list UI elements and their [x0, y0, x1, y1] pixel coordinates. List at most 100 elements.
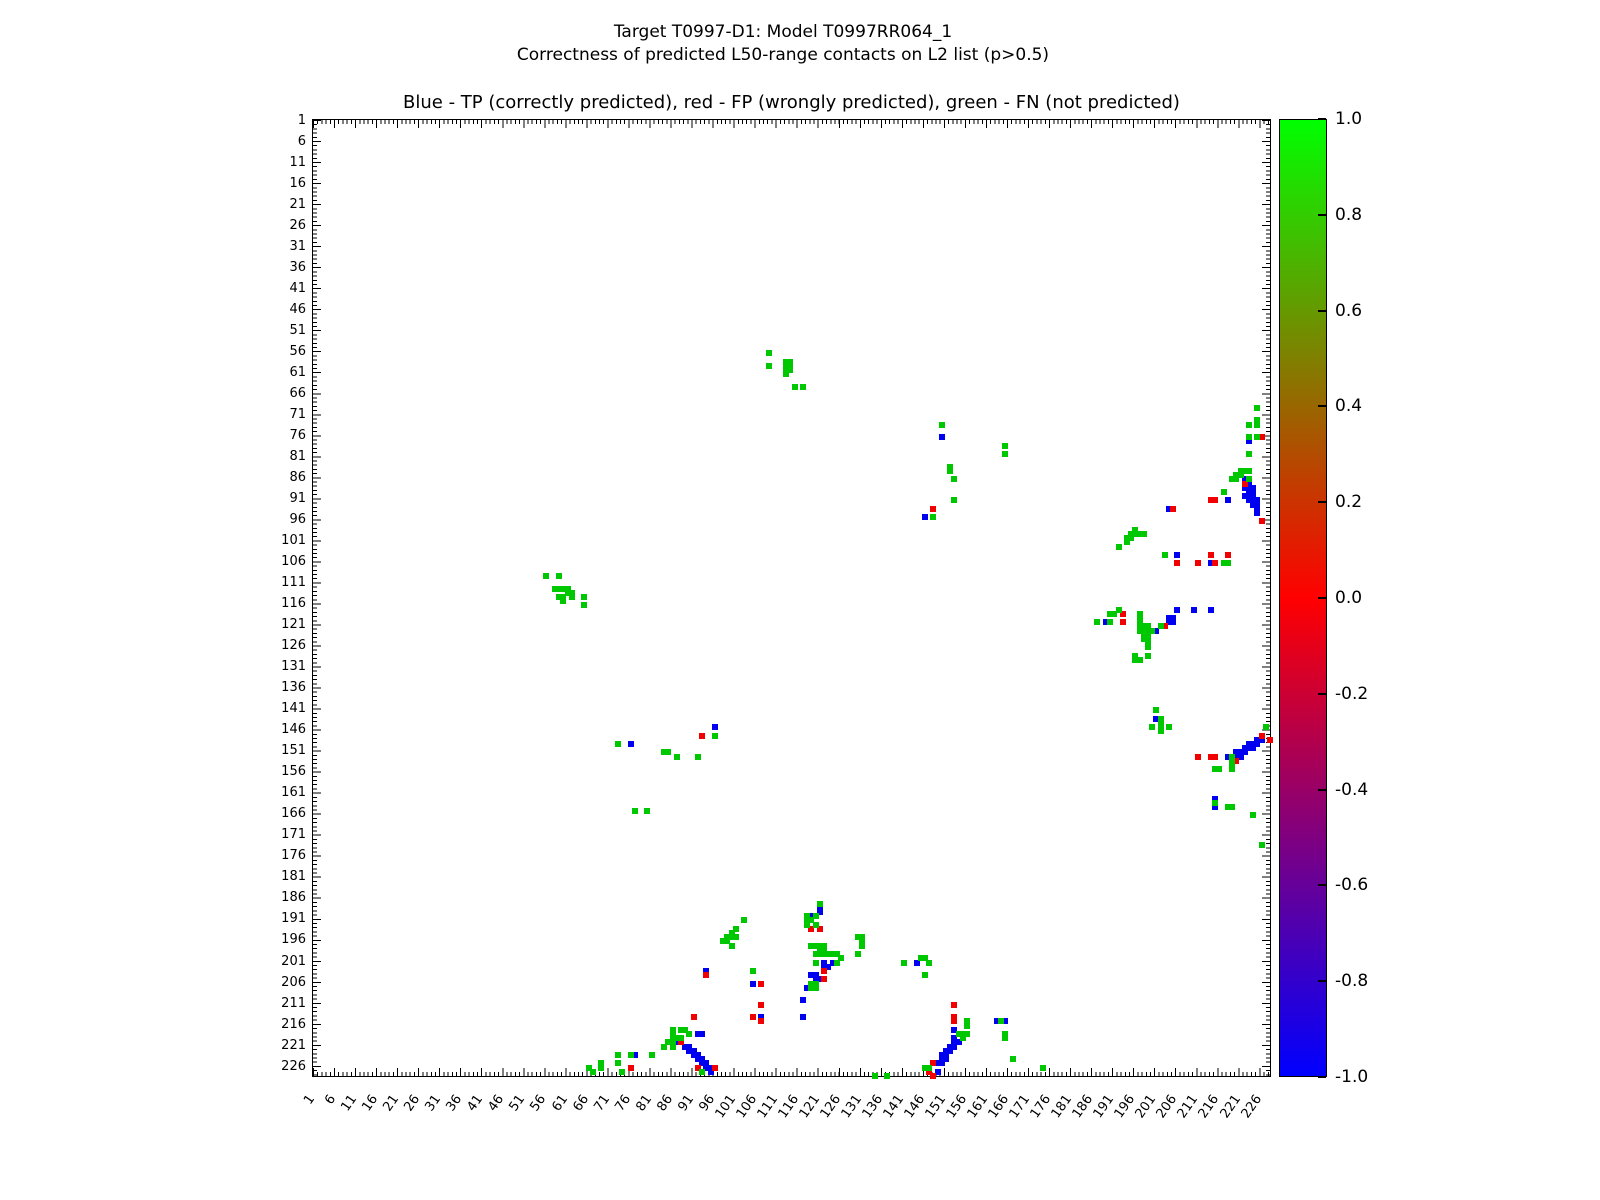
y-tick-label: 41 — [262, 281, 306, 296]
contact-point — [766, 363, 772, 369]
contact-point — [939, 1060, 945, 1066]
contact-point — [733, 934, 739, 940]
y-tick-label: 186 — [262, 890, 306, 905]
y-axis-major-ticks-right — [1262, 120, 1270, 1076]
contact-point — [930, 1073, 936, 1079]
contact-point — [1229, 804, 1235, 810]
y-tick-label: 146 — [262, 722, 306, 737]
y-tick-label: 86 — [262, 470, 306, 485]
colorbar-tick-label: -1.0 — [1335, 1067, 1395, 1087]
colorbar-tick — [1318, 118, 1326, 120]
colorbar-tick — [1318, 405, 1326, 407]
contact-point — [560, 598, 566, 604]
y-tick-label: 56 — [262, 344, 306, 359]
contact-point — [628, 1052, 634, 1058]
contact-point — [821, 968, 827, 974]
y-tick-label: 76 — [262, 428, 306, 443]
contact-point — [1254, 434, 1260, 440]
x-axis-minor-ticks-top — [313, 120, 1270, 124]
contact-point — [1116, 544, 1122, 550]
colorbar-tick-label: 0.4 — [1335, 396, 1395, 416]
contact-point — [581, 602, 587, 608]
contact-point — [1246, 476, 1252, 482]
contact-point — [758, 981, 764, 987]
contact-point — [686, 1031, 692, 1037]
colorbar-tick-label: -0.2 — [1335, 684, 1395, 704]
y-tick-label: 46 — [262, 302, 306, 317]
colorbar-tick-label: -0.8 — [1335, 971, 1395, 991]
contact-point — [712, 724, 718, 730]
contact-point — [1246, 422, 1252, 428]
contact-point — [1153, 707, 1159, 713]
y-tick-label: 141 — [262, 701, 306, 716]
contact-point — [817, 901, 823, 907]
contact-point — [1141, 531, 1147, 537]
x-axis-major-ticks-top — [313, 120, 1270, 128]
contact-point — [670, 1044, 676, 1050]
y-tick-label: 171 — [262, 827, 306, 842]
contact-point — [821, 976, 827, 982]
contact-point — [922, 972, 928, 978]
contact-point — [691, 1014, 697, 1020]
plot-area — [312, 119, 1271, 1077]
contact-point — [939, 422, 945, 428]
colorbar-tick — [1318, 597, 1326, 599]
contact-point — [628, 1065, 634, 1071]
contact-point — [1149, 724, 1155, 730]
contact-point — [1225, 552, 1231, 558]
contact-point — [1254, 405, 1260, 411]
contact-point — [758, 1018, 764, 1024]
x-axis-minor-ticks-bottom — [313, 1072, 1270, 1076]
y-tick-label: 81 — [262, 449, 306, 464]
y-tick-label: 166 — [262, 806, 306, 821]
y-tick-label: 111 — [262, 575, 306, 590]
contact-point — [712, 1065, 718, 1071]
contact-point — [1263, 724, 1269, 730]
contact-point — [813, 922, 819, 928]
contact-point — [1246, 468, 1252, 474]
y-tick-label: 21 — [262, 197, 306, 212]
contact-point — [930, 506, 936, 512]
contact-point — [678, 1035, 684, 1041]
y-tick-label: 181 — [262, 869, 306, 884]
colorbar-tick — [1318, 980, 1326, 982]
colorbar-tick-label: 1.0 — [1335, 109, 1395, 129]
contact-point — [901, 960, 907, 966]
contact-point — [1254, 510, 1260, 516]
contact-point — [964, 1023, 970, 1029]
y-axis-minor-ticks-right — [1266, 120, 1270, 1076]
contact-point — [926, 1065, 932, 1071]
contact-point — [1246, 434, 1252, 440]
contact-point — [556, 573, 562, 579]
contact-point — [1166, 724, 1172, 730]
contact-point — [800, 997, 806, 1003]
y-tick-label: 101 — [262, 533, 306, 548]
contact-point — [1212, 560, 1218, 566]
contact-point — [1116, 607, 1122, 613]
y-tick-label: 106 — [262, 554, 306, 569]
y-tick-label: 26 — [262, 218, 306, 233]
colorbar-tick-label: 0.2 — [1335, 492, 1395, 512]
contact-point — [1216, 766, 1222, 772]
contact-point — [758, 1002, 764, 1008]
contact-point — [951, 1002, 957, 1008]
y-tick-label: 16 — [262, 176, 306, 191]
y-tick-label: 161 — [262, 785, 306, 800]
y-axis-minor-ticks-left — [313, 120, 317, 1076]
contact-point — [1174, 607, 1180, 613]
contact-point — [884, 1073, 890, 1079]
contact-point — [800, 384, 806, 390]
contact-point — [1259, 733, 1265, 739]
contact-point — [1229, 766, 1235, 772]
contact-point — [930, 514, 936, 520]
contact-point — [1002, 443, 1008, 449]
y-tick-label: 216 — [262, 1017, 306, 1032]
colorbar-tick — [1318, 1076, 1326, 1078]
contact-point — [699, 1031, 705, 1037]
contact-point — [1145, 653, 1151, 659]
y-tick-label: 156 — [262, 764, 306, 779]
contact-point — [1208, 607, 1214, 613]
contact-point — [1170, 619, 1176, 625]
contact-point — [598, 1065, 604, 1071]
figure: Target T0997-D1: Model T0997RR064_1 Corr… — [0, 0, 1600, 1200]
